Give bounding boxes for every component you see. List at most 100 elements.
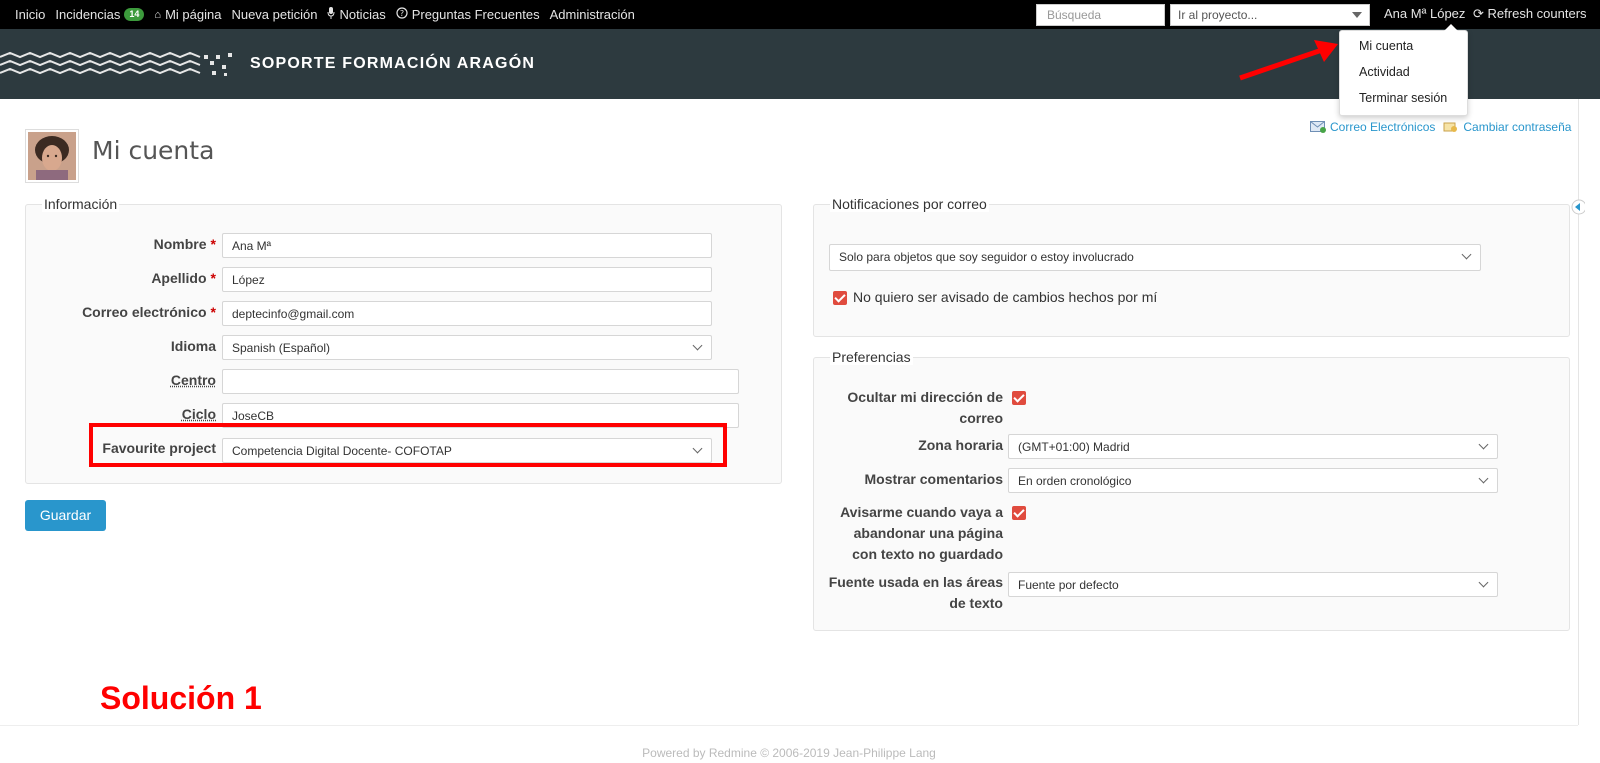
top-menu-faq-label: Preguntas Frecuentes (411, 7, 540, 22)
apellido-label: Apellido * (40, 270, 216, 286)
question-circle-icon: ? (396, 7, 408, 22)
comments-label: Mostrar comentarios (864, 471, 1003, 487)
apellido-label-text: Apellido (151, 270, 207, 286)
right-panel-edge (1571, 99, 1600, 725)
refresh-counters-link[interactable]: ⟳ Refresh counters (1473, 6, 1587, 22)
top-menu-inicio[interactable]: Inicio (15, 7, 45, 22)
nombre-field[interactable]: Ana Mª (222, 233, 712, 258)
top-menu-incidencias[interactable]: Incidencias 14 (55, 7, 145, 22)
user-dropdown-menu: Mi cuenta Actividad Terminar sesión (1339, 24, 1468, 116)
incidencias-count-badge: 14 (124, 8, 145, 21)
microphone-icon (327, 7, 335, 22)
solution-annotation: Solución 1 (100, 680, 262, 716)
menu-item-actividad[interactable]: Actividad (1359, 65, 1410, 79)
warn-unsaved-label: Avisarme cuando vaya a abandonar una pág… (820, 502, 1003, 565)
top-menu-noticias[interactable]: Noticias (327, 7, 386, 22)
home-icon: ⌂ (154, 8, 162, 21)
chevron-down-icon (1478, 577, 1489, 588)
ciclo-label: Ciclo (181, 406, 216, 422)
chevron-down-icon (1461, 249, 1472, 260)
change-password-link[interactable]: Cambiar contraseña (1463, 120, 1571, 134)
email-label-text: Correo electrónico (82, 304, 207, 320)
notifications-select-value: Solo para objetos que soy seguidor o est… (839, 250, 1134, 264)
idioma-select[interactable]: Spanish (Español) (222, 335, 712, 360)
warn-unsaved-label-line3: con texto no guardado (852, 546, 1003, 562)
nombre-required-mark: * (210, 236, 216, 252)
warn-unsaved-label-line1: Avisarme cuando vaya a (840, 504, 1003, 520)
avatar (25, 129, 79, 183)
idioma-select-value: Spanish (Español) (232, 341, 331, 355)
contextual-links: Correo Electrónicos Cambiar contraseña (1310, 120, 1571, 134)
nombre-label: Nombre * (40, 236, 216, 252)
timezone-select[interactable]: (GMT+01:00) Madrid (1008, 434, 1498, 459)
warn-unsaved-label-line2: abandonar una página (853, 525, 1003, 541)
no-self-notified-checkbox[interactable] (833, 291, 847, 305)
no-self-notified-label: No quiero ser avisado de cambios hechos … (853, 289, 1158, 305)
apellido-required-mark: * (210, 270, 216, 286)
comments-select[interactable]: En orden cronológico (1008, 468, 1498, 493)
idioma-label: Idioma (170, 338, 216, 354)
top-menu-nueva-peticion-label: Nueva petición (231, 7, 318, 22)
collapse-sidebar-icon[interactable] (1571, 199, 1585, 215)
user-menu-link[interactable]: Ana Mª López (1384, 6, 1465, 21)
email-required-mark: * (210, 304, 216, 320)
red-arrow-annotation-icon (1239, 40, 1338, 81)
font-label-line2: de texto (949, 595, 1003, 611)
search-input[interactable]: Búsqueda (1036, 4, 1165, 26)
info-legend: Información (42, 196, 120, 212)
timezone-label: Zona horaria (918, 437, 1003, 453)
top-menu-mi-pagina[interactable]: ⌂ Mi página (154, 7, 221, 22)
page-title: Mi cuenta (92, 136, 215, 165)
refresh-icon: ⟳ (1473, 6, 1484, 21)
save-button[interactable]: Guardar (25, 500, 106, 531)
apellido-field[interactable]: López (222, 267, 712, 292)
email-label: Correo electrónico * (40, 304, 216, 320)
preferences-legend: Preferencias (830, 349, 913, 365)
centro-field[interactable] (222, 369, 739, 394)
caret-down-icon (1352, 12, 1362, 18)
font-label-line1: Fuente usada en las áreas (828, 574, 1003, 590)
email-field[interactable]: deptecinfo@gmail.com (222, 301, 712, 326)
hide-mail-label-line1: Ocultar mi dirección de (847, 389, 1003, 405)
menu-item-mi-cuenta[interactable]: Mi cuenta (1359, 39, 1413, 53)
emails-link[interactable]: Correo Electrónicos (1330, 120, 1435, 134)
top-menu-administracion[interactable]: Administración (550, 7, 635, 22)
site-title[interactable]: SOPORTE FORMACIÓN ARAGÓN (250, 55, 535, 73)
chevron-down-icon (1478, 439, 1489, 450)
top-menu-faq[interactable]: ? Preguntas Frecuentes (396, 7, 540, 22)
project-jump-label: Ir al proyecto... (1178, 8, 1258, 22)
timezone-select-value: (GMT+01:00) Madrid (1018, 440, 1130, 454)
project-jump-select[interactable]: Ir al proyecto... (1170, 4, 1370, 26)
top-menu: Inicio Incidencias 14 ⌂ Mi página Nueva pe… (0, 0, 1600, 29)
comments-select-value: En orden cronológico (1018, 474, 1132, 488)
font-label: Fuente usada en las áreas de texto (820, 572, 1003, 614)
font-select-value: Fuente por defecto (1018, 578, 1119, 592)
chevron-down-icon (1478, 473, 1489, 484)
centro-label: Centro (170, 372, 216, 388)
top-menu-inicio-label: Inicio (15, 7, 46, 22)
menu-item-terminar-sesion[interactable]: Terminar sesión (1359, 91, 1447, 105)
chevron-down-icon (692, 340, 703, 351)
key-icon (1443, 121, 1459, 133)
top-menu-administracion-label: Administración (549, 7, 635, 22)
top-menu-nueva-peticion[interactable]: Nueva petición (231, 7, 317, 22)
dropdown-notch (1444, 24, 1458, 31)
hide-mail-checkbox[interactable] (1012, 391, 1026, 405)
highlight-annotation-box (89, 423, 727, 467)
notifications-select[interactable]: Solo para objetos que soy seguidor o est… (829, 244, 1481, 271)
footer: Powered by Redmine © 2006-2019 Jean-Phil… (0, 725, 1578, 763)
top-menu-incidencias-label: Incidencias (55, 7, 121, 22)
email-icon (1310, 121, 1326, 133)
site-logo-icon (0, 51, 232, 76)
nombre-label-text: Nombre (153, 236, 207, 252)
top-menu-noticias-label: Noticias (339, 7, 386, 22)
avatar-photo (28, 132, 76, 182)
svg-text:?: ? (400, 9, 404, 18)
refresh-counters-label: Refresh counters (1487, 6, 1587, 21)
hide-mail-label-line2: correo (959, 410, 1003, 426)
font-select[interactable]: Fuente por defecto (1008, 572, 1498, 597)
hide-mail-label: Ocultar mi dirección de correo (820, 387, 1003, 429)
warn-unsaved-checkbox[interactable] (1012, 506, 1026, 520)
top-menu-mi-pagina-label: Mi página (165, 7, 222, 22)
top-menu-links: Inicio Incidencias 14 ⌂ Mi página Nueva pe… (15, 0, 635, 29)
